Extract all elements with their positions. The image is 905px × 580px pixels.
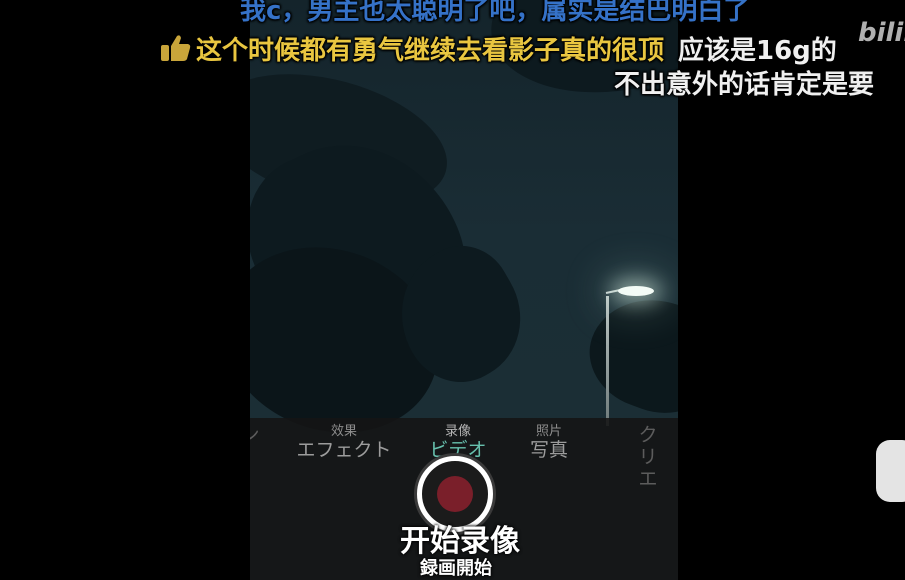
thumbs-up-icon (161, 35, 191, 61)
street-lamp-light (618, 286, 654, 296)
camera-mode-bar: ン 效果 エフェクト 录像 ビデオ 照片 写真 クリエ 开始录像 録画 (250, 418, 678, 580)
danmaku-comment: 不出意外的话肯定是要 (614, 70, 875, 100)
mode-tab-right-partial[interactable]: クリエ (633, 424, 663, 490)
danmaku-comment-highlighted: 这个时候都有勇气继续去看影子真的很顶 (196, 36, 665, 66)
danmaku-comment: 我c，男主也太聪明了吧，属实是结巴明白了 (240, 0, 750, 26)
mode-tab-left-partial[interactable]: ン (250, 424, 260, 446)
mode-tab-photo[interactable]: 照片 写真 (530, 424, 568, 461)
bilibili-watermark-logo: bilib (858, 18, 905, 48)
foliage-right (575, 281, 678, 429)
record-dot-icon (437, 476, 473, 512)
danmaku-comment: 应该是16g的 (678, 36, 837, 66)
video-player[interactable]: ン 效果 エフェクト 录像 ビデオ 照片 写真 クリエ 开始录像 録画 (0, 0, 905, 580)
street-lamp-pole (606, 296, 609, 426)
floating-side-icon[interactable] (876, 440, 905, 502)
subtitle-japanese: 録画開始 (420, 558, 492, 579)
mode-tab-effects[interactable]: 效果 エフェクト (296, 424, 391, 461)
